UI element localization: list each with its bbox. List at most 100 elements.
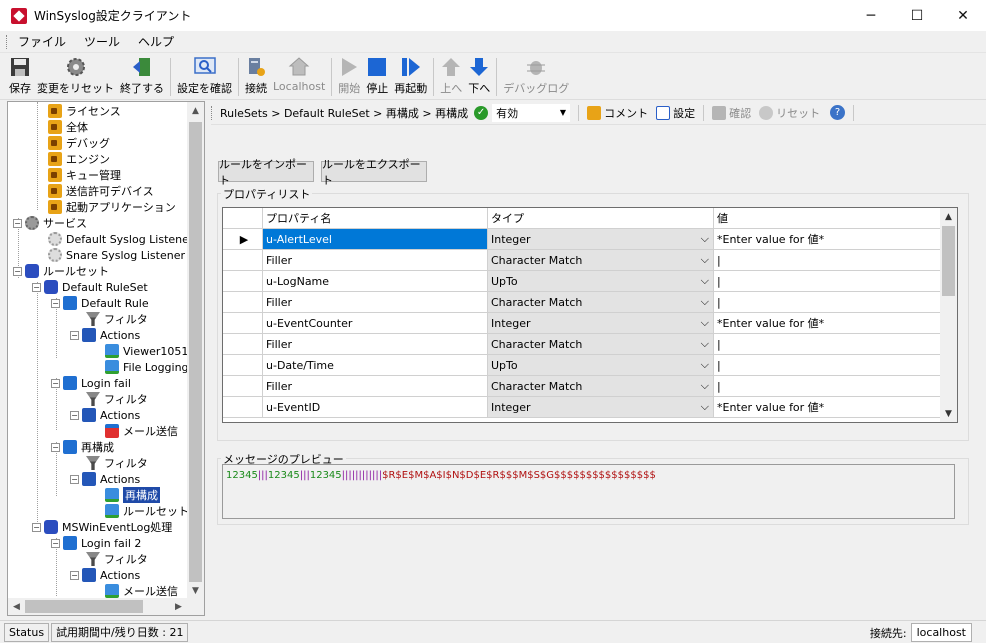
connect-button[interactable]: 接続 (242, 54, 270, 98)
tree-item-startup-apps[interactable]: 起動アプリケーション (48, 199, 176, 215)
type-dropdown[interactable]: Character Match ⌵ (488, 334, 714, 355)
tree-item-actions[interactable]: − Actions (70, 471, 140, 487)
scroll-down-icon[interactable]: ▼ (940, 405, 957, 422)
scroll-down-icon[interactable]: ▼ (187, 582, 204, 599)
collapse-toggle-icon[interactable]: − (32, 522, 41, 532)
collapse-toggle-icon[interactable]: − (70, 410, 79, 420)
minimize-button[interactable]: ─ (848, 0, 894, 31)
value-cell[interactable]: | (714, 250, 941, 271)
type-dropdown[interactable]: Integer ⌵ (488, 397, 714, 418)
config-tree[interactable]: ライセンス 全体 デバッグ エンジン キュー管理 送信許可デバイス 起動アプリケ… (7, 101, 205, 616)
confirm-button[interactable]: 確認 (712, 105, 751, 121)
table-row[interactable]: Filler Character Match ⌵ | (223, 250, 941, 271)
tree-item-action-ruleset[interactable]: ルールセット( (105, 503, 188, 519)
enabled-select[interactable]: 有効 ▼ (492, 103, 571, 122)
tree-item-login-fail-2[interactable]: − Login fail 2 (51, 535, 141, 551)
tree-item-rulesets[interactable]: − ルールセット (13, 263, 109, 279)
tree-item-action-send-mail[interactable]: メール送信 (105, 583, 178, 599)
move-down-button[interactable]: 下へ (465, 54, 493, 98)
table-row[interactable]: Filler Character Match ⌵ | (223, 334, 941, 355)
collapse-toggle-icon[interactable]: − (51, 298, 60, 308)
tree-item-filter[interactable]: フィルタ (86, 391, 148, 407)
collapse-toggle-icon[interactable]: − (70, 330, 79, 340)
value-cell[interactable]: | (714, 271, 941, 292)
scroll-up-icon[interactable]: ▲ (187, 102, 204, 119)
tree-horizontal-scrollbar[interactable]: ◀ ▶ (8, 598, 204, 615)
close-button[interactable]: ✕ (940, 0, 986, 31)
save-button[interactable]: 保存 (6, 54, 34, 98)
tree-item-action-viewer[interactable]: Viewer1051 (105, 343, 188, 359)
settings-button[interactable]: 設定 (656, 105, 695, 121)
maximize-button[interactable]: ☐ (894, 0, 940, 31)
collapse-toggle-icon[interactable]: − (51, 378, 60, 388)
tree-item-mswineventlog-ruleset[interactable]: − MSWinEventLog処理 (32, 519, 172, 535)
tree-item-actions[interactable]: − Actions (70, 567, 140, 583)
collapse-toggle-icon[interactable]: − (51, 538, 60, 548)
property-name-cell[interactable]: Filler (263, 292, 488, 313)
tree-item-allowed-senders[interactable]: 送信許可デバイス (48, 183, 154, 199)
value-cell[interactable]: *Enter value for 値* (714, 397, 941, 418)
tree-item-filter[interactable]: フィルタ (86, 551, 148, 567)
tree-item-engine[interactable]: エンジン (48, 151, 110, 167)
localhost-button[interactable]: Localhost (270, 54, 328, 98)
property-name-cell[interactable]: u-AlertLevel (263, 229, 488, 250)
collapse-toggle-icon[interactable]: − (13, 266, 22, 276)
move-up-button[interactable]: 上へ (437, 54, 465, 98)
type-dropdown[interactable]: UpTo ⌵ (488, 355, 714, 376)
value-cell[interactable]: *Enter value for 値* (714, 229, 941, 250)
table-row[interactable]: Filler Character Match ⌵ | (223, 376, 941, 397)
verify-config-button[interactable]: 設定を確認 (174, 54, 235, 98)
type-dropdown[interactable]: Integer ⌵ (488, 313, 714, 334)
tree-item-filter[interactable]: フィルタ (86, 311, 148, 327)
type-dropdown[interactable]: Integer ⌵ (488, 229, 714, 250)
menu-file[interactable]: ファイル (9, 33, 75, 50)
collapse-toggle-icon[interactable]: − (32, 282, 41, 292)
tree-item-reformat-rule[interactable]: − 再構成 (51, 439, 114, 455)
property-name-cell[interactable]: Filler (263, 334, 488, 355)
menu-help[interactable]: ヘルプ (129, 33, 183, 50)
start-button[interactable]: 開始 (335, 54, 363, 98)
table-row[interactable]: u-LogName UpTo ⌵ | (223, 271, 941, 292)
type-dropdown[interactable]: Character Match ⌵ (488, 376, 714, 397)
tree-item-default-rule[interactable]: − Default Rule (51, 295, 149, 311)
tree-item-actions[interactable]: − Actions (70, 327, 140, 343)
value-cell[interactable]: | (714, 355, 941, 376)
tree-item-snare-syslog-listener[interactable]: Snare Syslog Listener (48, 247, 185, 263)
collapse-toggle-icon[interactable]: − (70, 570, 79, 580)
scrollbar-thumb[interactable] (942, 226, 955, 296)
tree-item-services[interactable]: − サービス (13, 215, 87, 231)
export-rules-button[interactable]: ルールをエクスポート (321, 158, 427, 187)
debug-log-button[interactable]: デバッグログ (500, 54, 572, 98)
tree-vertical-scrollbar[interactable]: ▲ ▼ (187, 102, 204, 599)
property-name-cell[interactable]: u-EventID (263, 397, 488, 418)
help-icon[interactable]: ? (830, 105, 846, 120)
scrollbar-thumb[interactable] (25, 600, 143, 613)
scroll-left-icon[interactable]: ◀ (8, 598, 25, 615)
tree-item-action-send-mail[interactable]: メール送信 (105, 423, 178, 439)
scroll-right-icon[interactable]: ▶ (170, 598, 187, 615)
tree-item-action-file-logging[interactable]: File Logging (105, 359, 188, 375)
column-header-name[interactable]: プロパティ名 (263, 208, 488, 229)
tree-item-debug[interactable]: デバッグ (48, 135, 110, 151)
scrollbar-thumb[interactable] (189, 122, 202, 582)
table-row[interactable]: u-Date/Time UpTo ⌵ | (223, 355, 941, 376)
column-header-value[interactable]: 値 (714, 208, 941, 229)
value-cell[interactable]: *Enter value for 値* (714, 313, 941, 334)
tree-item-action-reformat-selected[interactable]: 再構成 (105, 487, 160, 503)
tree-item-filter[interactable]: フィルタ (86, 455, 148, 471)
reset-changes-button[interactable]: 変更をリセット (34, 54, 117, 98)
import-rules-button[interactable]: ルールをインポート (218, 158, 314, 187)
value-cell[interactable]: | (714, 376, 941, 397)
value-cell[interactable]: | (714, 334, 941, 355)
collapse-toggle-icon[interactable]: − (51, 442, 60, 452)
tree-item-license[interactable]: ライセンス (48, 103, 121, 119)
comment-button[interactable]: コメント (587, 105, 648, 121)
type-dropdown[interactable]: Character Match ⌵ (488, 292, 714, 313)
table-row[interactable]: ▶ u-AlertLevel Integer ⌵ *Enter value for… (223, 229, 941, 250)
column-header-type[interactable]: タイプ (488, 208, 714, 229)
scroll-up-icon[interactable]: ▲ (940, 208, 957, 225)
reset-button[interactable]: リセット (759, 105, 820, 121)
tree-item-default-ruleset[interactable]: − Default RuleSet (32, 279, 148, 295)
property-name-cell[interactable]: Filler (263, 250, 488, 271)
property-name-cell[interactable]: Filler (263, 376, 488, 397)
